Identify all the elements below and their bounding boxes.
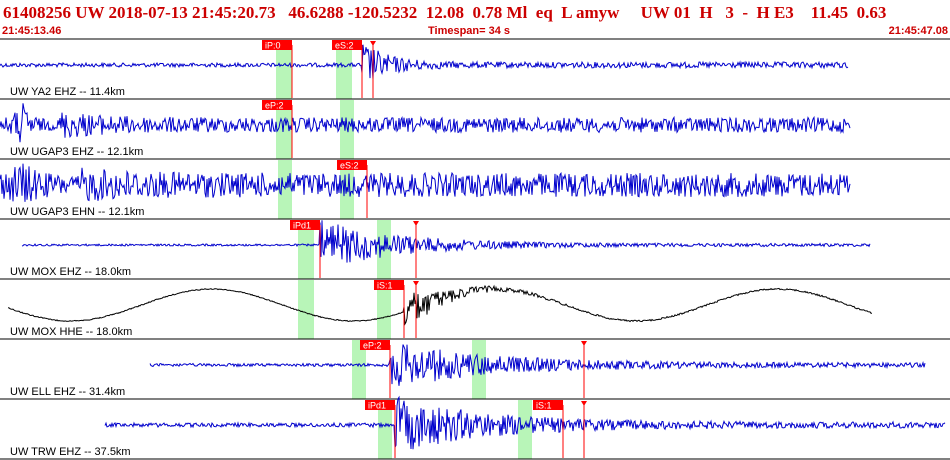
- pick-label-6-0: iPd1: [368, 401, 386, 411]
- station-label-3: UW MOX EHZ -- 18.0km: [10, 266, 131, 278]
- pick-label-2-0: eS:2: [340, 161, 359, 171]
- station-label-2: UW UGAP3 EHN -- 12.1km: [10, 206, 144, 218]
- marker-triangle-icon-5-0: [581, 341, 587, 346]
- waveform-display[interactable]: iP:0 eS:2 UW YA2 EHZ -- 11.4km eP:2 UW UGAP3…: [0, 0, 950, 460]
- waveform-trace-0[interactable]: [0, 44, 849, 80]
- station-label-5: UW ELL EHZ -- 31.4km: [10, 386, 125, 398]
- station-label-0: UW YA2 EHZ -- 11.4km: [10, 86, 125, 98]
- pick-label-1-0: eP:2: [265, 101, 284, 111]
- waveform-trace-3[interactable]: [21, 220, 871, 263]
- pick-label-0-1: eS:2: [335, 41, 354, 51]
- marker-triangle-icon-0-0: [370, 41, 376, 46]
- station-label-6: UW TRW EHZ -- 37.5km: [10, 446, 131, 458]
- pick-label-0-0: iP:0: [265, 41, 281, 51]
- pick-window-6-1: [518, 400, 532, 459]
- waveform-trace-1[interactable]: [0, 103, 851, 143]
- station-label-1: UW UGAP3 EHZ -- 12.1km: [10, 146, 143, 158]
- pick-window-4-0: [298, 280, 314, 339]
- marker-triangle-icon-3-0: [413, 221, 419, 226]
- pick-label-4-0: iS:1: [377, 281, 393, 291]
- pick-label-3-0: iPd1: [293, 221, 311, 231]
- waveform-trace-4[interactable]: [7, 284, 872, 326]
- station-label-4: UW MOX HHE -- 18.0km: [10, 326, 132, 338]
- pick-label-5-0: eP:2: [363, 341, 382, 351]
- marker-triangle-icon-6-0: [581, 401, 587, 406]
- marker-triangle-icon-4-0: [413, 281, 419, 286]
- waveform-trace-5[interactable]: [149, 344, 926, 386]
- waveform-trace-2[interactable]: [0, 163, 851, 202]
- pick-label-6-1: iS:1: [536, 401, 552, 411]
